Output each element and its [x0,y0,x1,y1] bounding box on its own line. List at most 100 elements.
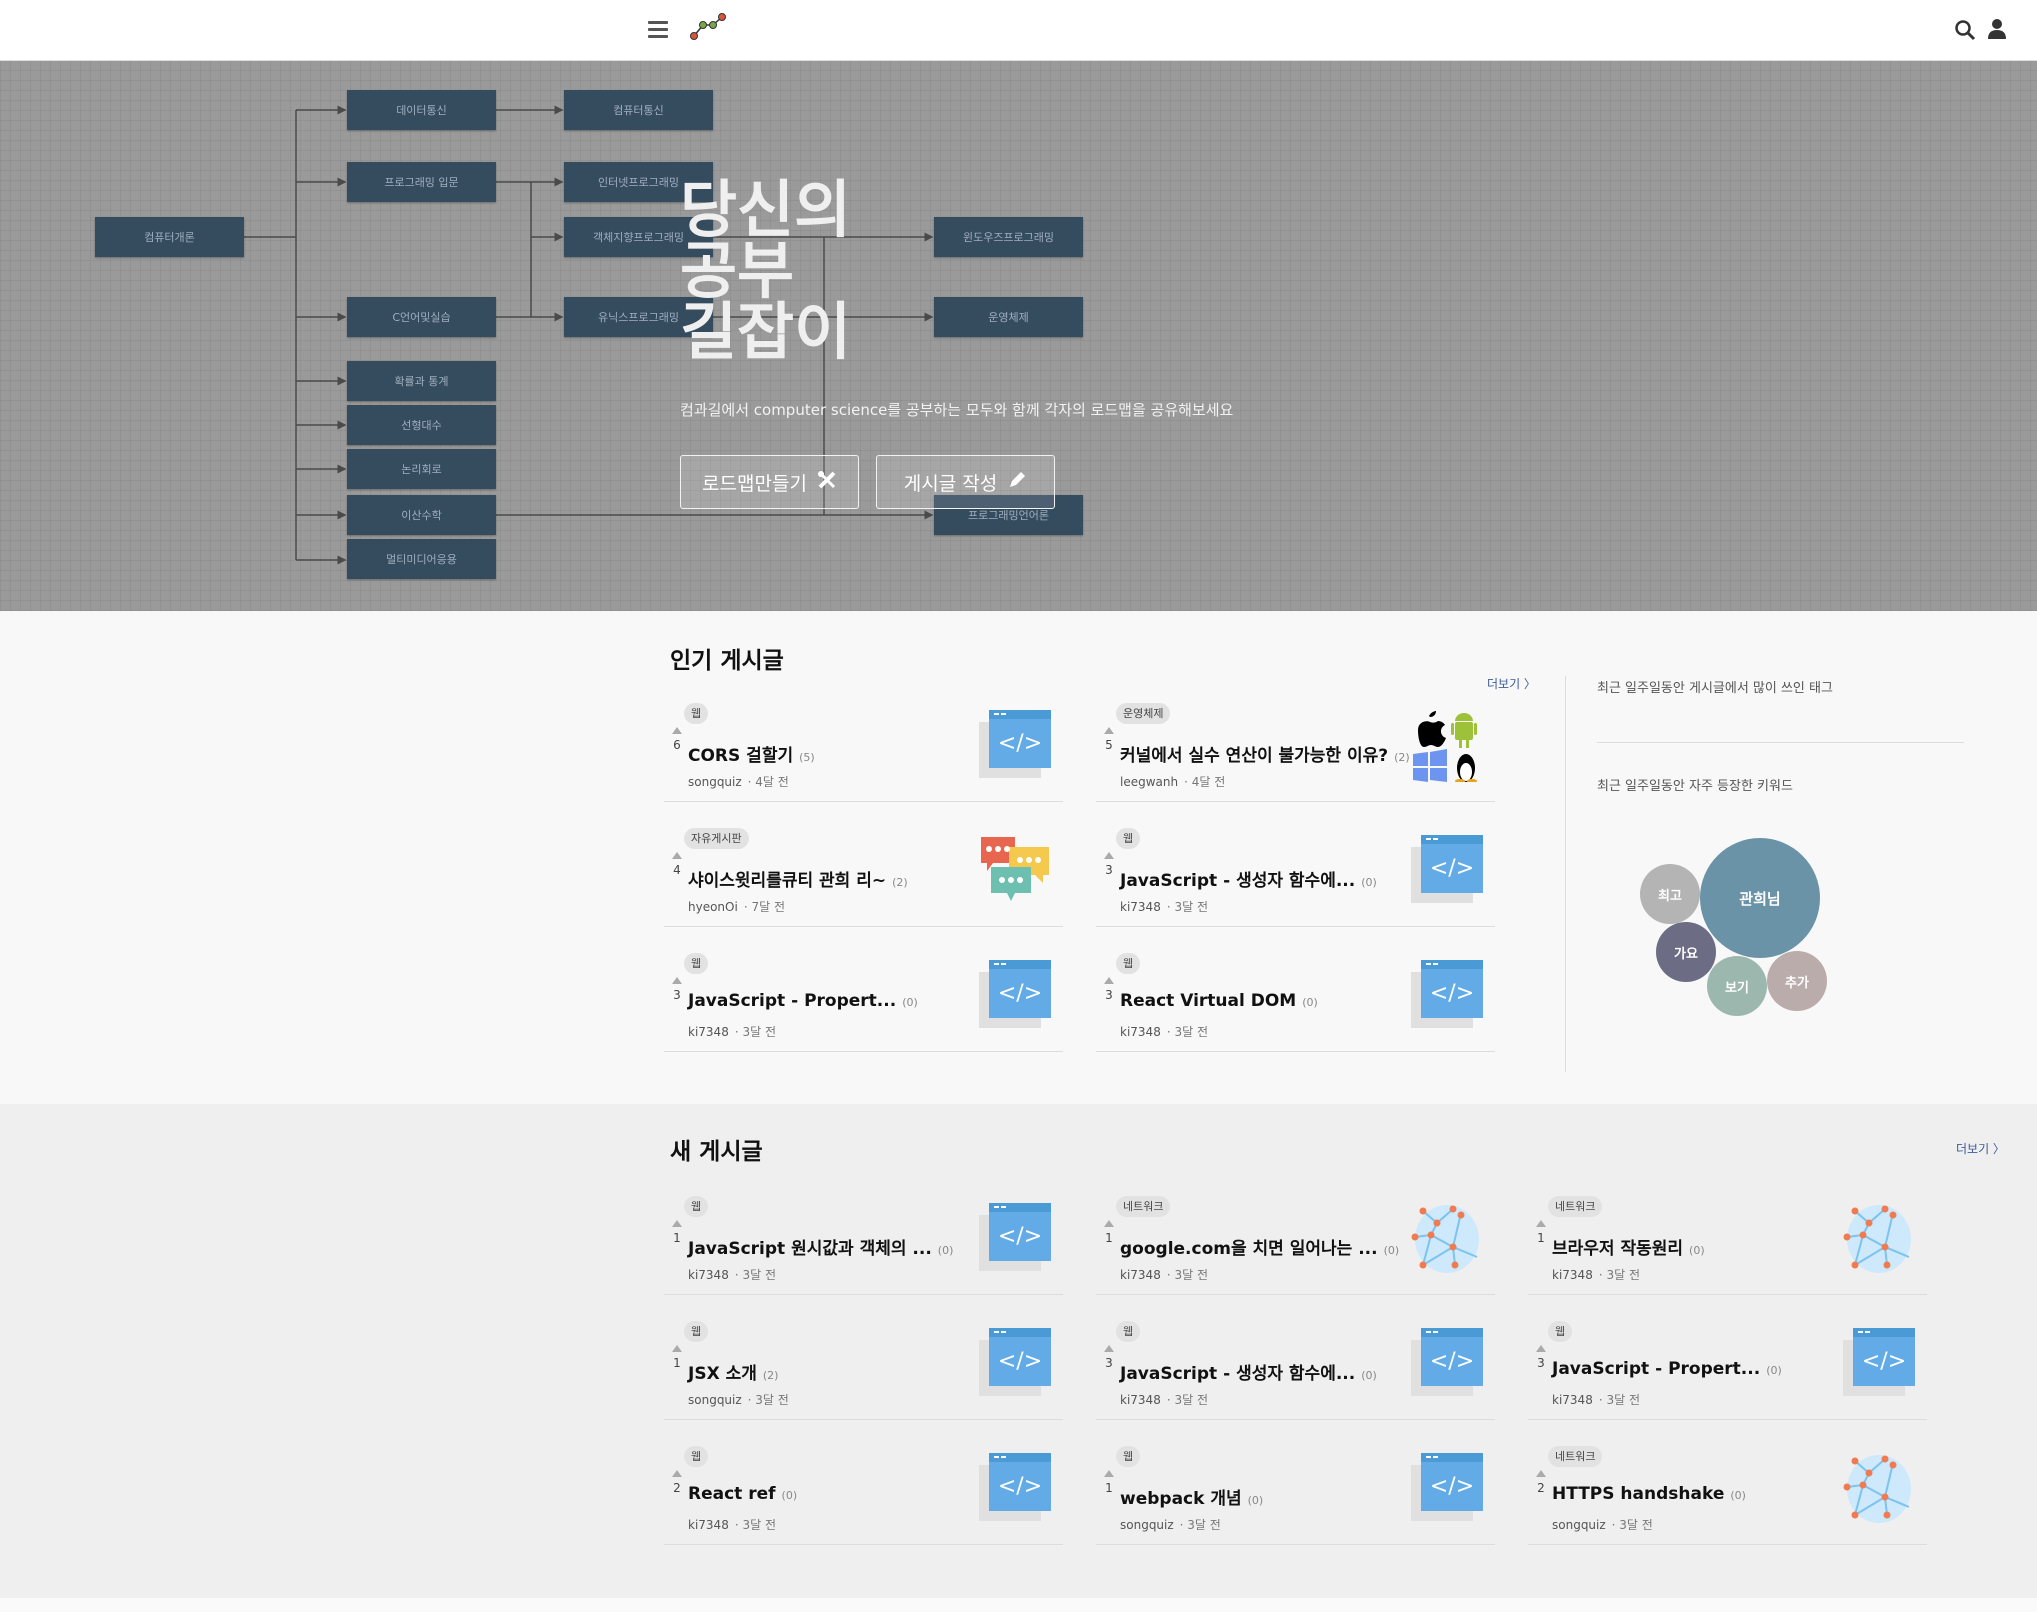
roadmap-node[interactable]: 확률과 통계 [347,361,496,401]
post-card[interactable]: 웹 6 CORS 걸할기 (5) songquiz · 4달 전 </> [664,677,1063,802]
author[interactable]: songquiz [1552,1518,1606,1532]
post-title[interactable]: google.com을 치면 일어나는 ... (0) [1120,1234,1399,1259]
author[interactable]: ki7348 [1552,1268,1593,1282]
roadmap-node[interactable]: 프로그래밍 입문 [347,162,496,202]
roadmap-node[interactable]: 컴퓨터개론 [95,217,244,257]
post-title[interactable]: 브라우저 작동원리 (0) [1552,1234,1705,1259]
more-link[interactable]: 더보기 〉 [1956,1140,2005,1157]
post-card[interactable]: 운영체제 5 커널에서 실수 연산이 불가능한 이유? (2) leegwanh · 4달… [1096,677,1495,802]
author[interactable]: ki7348 [1120,1268,1161,1282]
category-tag[interactable]: 웹 [1116,1321,1141,1342]
post-card[interactable]: 웹 1 JavaScript 원시값과 객체의 ... (0) ki7348 · 3달 전… [664,1170,1063,1295]
roadmap-node[interactable]: 멀티미디어응용 [347,539,496,579]
upvote-arrow-icon[interactable] [672,852,682,859]
upvote-arrow-icon[interactable] [672,1220,682,1227]
post-title[interactable]: JavaScript - 생성자 함수에... (0) [1120,1359,1377,1384]
post-card[interactable]: 웹 2 React ref (0) ki7348 · 3달 전 </> [664,1420,1063,1545]
post-title-text[interactable]: webpack 개념 [1120,1489,1242,1509]
upvote-arrow-icon[interactable] [1104,1220,1114,1227]
upvote-arrow-icon[interactable] [1104,977,1114,984]
author[interactable]: hyeonOi [688,900,738,914]
post-title[interactable]: CORS 걸할기 (5) [688,741,815,766]
post-title-text[interactable]: 샤이스윗리를큐티 관희 리~ [688,871,886,891]
author[interactable]: ki7348 [1120,1025,1161,1039]
roadmap-logo-icon[interactable] [688,12,728,46]
category-tag[interactable]: 웹 [1116,828,1141,849]
post-title[interactable]: JSX 소개 (2) [688,1359,778,1384]
category-tag[interactable]: 웹 [684,1321,709,1342]
post-title[interactable]: JavaScript 원시값과 객체의 ... (0) [688,1234,953,1259]
author[interactable]: leegwanh [1120,775,1178,789]
upvote-arrow-icon[interactable] [1104,727,1114,734]
author[interactable]: ki7348 [1552,1393,1593,1407]
post-title[interactable]: React ref (0) [688,1484,797,1504]
post-title-text[interactable]: JavaScript - 생성자 함수에... [1120,1364,1355,1384]
post-card[interactable]: 자유게시판 4 샤이스윗리를큐티 관희 리~ (2) hyeonOi · 7달 전 [664,802,1063,927]
upvote-arrow-icon[interactable] [672,977,682,984]
keyword-bubble[interactable]: 가요 [1656,922,1716,982]
keyword-bubble[interactable]: 추가 [1767,951,1827,1011]
post-title-text[interactable]: JSX 소개 [688,1364,757,1384]
author[interactable]: ki7348 [688,1025,729,1039]
upvote-arrow-icon[interactable] [1104,852,1114,859]
post-title-text[interactable]: google.com을 치면 일어나는 ... [1120,1239,1378,1259]
post-title-text[interactable]: JavaScript - Propert... [1552,1359,1760,1379]
author[interactable]: ki7348 [688,1518,729,1532]
post-card[interactable]: 웹 3 React Virtual DOM (0) ki7348 · 3달 전 </> [1096,927,1495,1052]
post-title-text[interactable]: React ref [688,1484,776,1504]
upvote-arrow-icon[interactable] [672,1345,682,1352]
category-tag[interactable]: 웹 [684,703,709,724]
category-tag[interactable]: 웹 [684,953,709,974]
author[interactable]: ki7348 [688,1268,729,1282]
post-card[interactable]: 웹 1 JSX 소개 (2) songquiz · 3달 전 </> [664,1295,1063,1420]
write-post-button[interactable]: 게시글 작성 [876,455,1055,509]
post-title-text[interactable]: HTTPS handshake [1552,1484,1724,1504]
keyword-bubble[interactable]: 관희님 [1700,838,1820,958]
category-tag[interactable]: 자유게시판 [684,828,749,849]
category-tag[interactable]: 네트워크 [1548,1196,1603,1217]
post-card[interactable]: 웹 3 JavaScript - 생성자 함수에... (0) ki7348 · 3달 전… [1096,1295,1495,1420]
roadmap-node[interactable]: 이산수학 [347,495,496,535]
roadmap-node[interactable]: 논리회로 [347,449,496,489]
post-title-text[interactable]: 커널에서 실수 연산이 불가능한 이유? [1120,746,1388,766]
upvote-arrow-icon[interactable] [672,1470,682,1477]
post-card[interactable]: 웹 3 JavaScript - Propert... (0) ki7348 · 3달 전… [664,927,1063,1052]
keyword-bubble[interactable]: 보기 [1707,956,1767,1016]
post-title-text[interactable]: React Virtual DOM [1120,991,1296,1011]
post-title[interactable]: JavaScript - Propert... (0) [688,991,918,1011]
keyword-bubble[interactable]: 최고 [1640,864,1700,924]
post-title[interactable]: webpack 개념 (0) [1120,1484,1263,1509]
author[interactable]: songquiz [688,775,742,789]
roadmap-node[interactable]: C언어및실습 [347,297,496,337]
post-title-text[interactable]: CORS 걸할기 [688,746,793,766]
upvote-arrow-icon[interactable] [1536,1220,1546,1227]
roadmap-node[interactable]: 컴퓨터통신 [564,90,713,130]
category-tag[interactable]: 웹 [684,1196,709,1217]
upvote-arrow-icon[interactable] [1536,1345,1546,1352]
post-title-text[interactable]: 브라우저 작동원리 [1552,1239,1683,1259]
upvote-arrow-icon[interactable] [1536,1470,1546,1477]
roadmap-node[interactable]: 선형대수 [347,405,496,445]
author[interactable]: ki7348 [1120,900,1161,914]
post-card[interactable]: 웹 3 JavaScript - Propert... (0) ki7348 · 3달 전… [1528,1295,1927,1420]
post-title[interactable]: 샤이스윗리를큐티 관희 리~ (2) [688,866,908,891]
category-tag[interactable]: 네트워크 [1116,1196,1171,1217]
upvote-arrow-icon[interactable] [1104,1345,1114,1352]
category-tag[interactable]: 웹 [1548,1321,1573,1342]
post-title-text[interactable]: JavaScript - 생성자 함수에... [1120,871,1355,891]
post-card[interactable]: 웹 1 webpack 개념 (0) songquiz · 3달 전 </> [1096,1420,1495,1545]
hamburger-icon[interactable] [648,20,670,44]
author[interactable]: songquiz [1120,1518,1174,1532]
roadmap-node[interactable]: 데이터통신 [347,90,496,130]
post-title[interactable]: 커널에서 실수 연산이 불가능한 이유? (2) [1120,741,1410,766]
upvote-arrow-icon[interactable] [1104,1470,1114,1477]
post-card[interactable]: 네트워크 1 브라우저 작동원리 (0) ki7348 · 3달 전 [1528,1170,1927,1295]
category-tag[interactable]: 웹 [684,1446,709,1467]
post-title[interactable]: JavaScript - 생성자 함수에... (0) [1120,866,1377,891]
post-card[interactable]: 네트워크 2 HTTPS handshake (0) songquiz · 3달 전 [1528,1420,1927,1545]
create-roadmap-button[interactable]: 로드맵만들기 [680,455,859,509]
post-title-text[interactable]: JavaScript 원시값과 객체의 ... [688,1239,932,1259]
post-card[interactable]: 웹 3 JavaScript - 생성자 함수에... (0) ki7348 · 3달 전… [1096,802,1495,927]
post-title[interactable]: React Virtual DOM (0) [1120,991,1318,1011]
post-card[interactable]: 네트워크 1 google.com을 치면 일어나는 ... (0) ki7348 · 3… [1096,1170,1495,1295]
